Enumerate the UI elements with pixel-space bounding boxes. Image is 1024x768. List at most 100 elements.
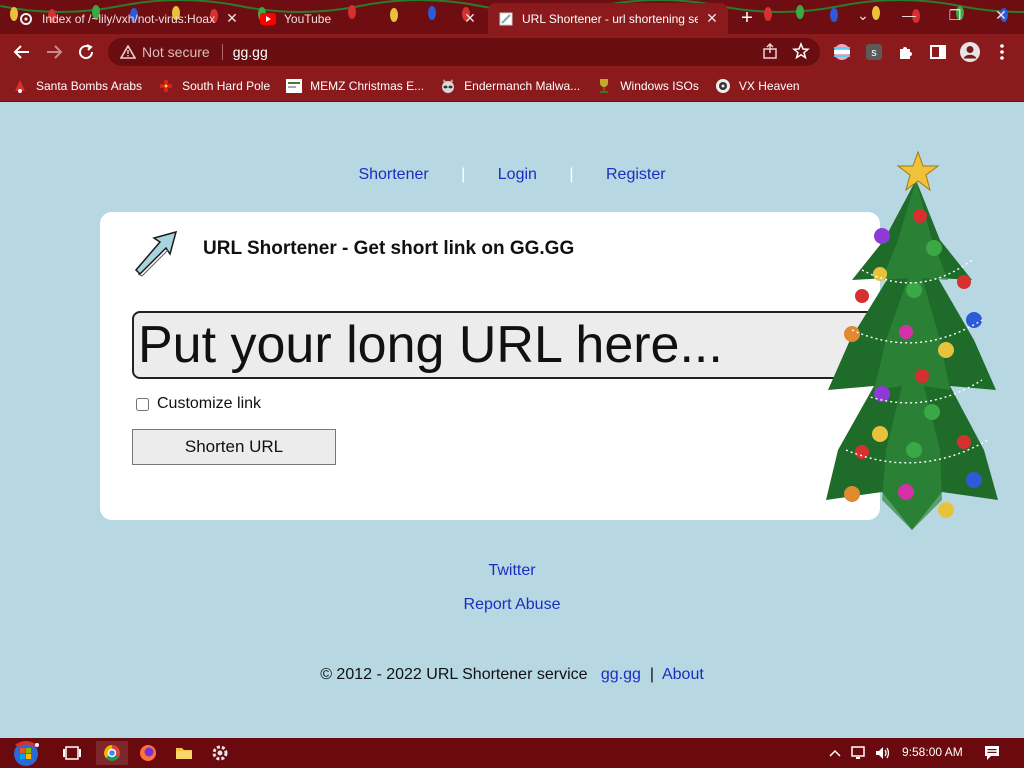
- shorten-url-button[interactable]: Shorten URL: [132, 429, 336, 465]
- customize-link-option[interactable]: Customize link: [136, 395, 261, 413]
- address-bar[interactable]: Not secure gg.gg: [108, 38, 820, 66]
- tab-title: Index of /~lily/vxh/not-virus:Hoax: [42, 11, 216, 26]
- nav-shortener-link[interactable]: Shortener: [358, 166, 428, 183]
- firefox-taskbar-button[interactable]: [132, 741, 164, 765]
- svg-text:s: s: [871, 47, 877, 59]
- long-url-input[interactable]: [132, 311, 892, 379]
- tab-title: YouTube: [284, 11, 332, 26]
- bookmarks-bar: Santa Bombs Arabs South Hard Pole MEMZ C…: [0, 70, 1024, 102]
- folder-icon: [176, 748, 192, 759]
- tab-url-shortener[interactable]: URL Shortener - url shortening se ✕: [488, 3, 728, 34]
- shortener-card: URL Shortener - Get short link on GG.GG …: [100, 212, 892, 520]
- network-tray-button[interactable]: [848, 741, 870, 765]
- share-icon[interactable]: [762, 42, 778, 62]
- network-icon: [851, 746, 865, 759]
- bookmark-label: Santa Bombs Arabs: [36, 78, 143, 93]
- youtube-icon: [260, 11, 276, 27]
- chrome-icon: [104, 745, 120, 761]
- copyright-text: © 2012 - 2022 URL Shortener service: [320, 666, 588, 683]
- arrow-logo-icon: [134, 230, 178, 277]
- new-tab-button[interactable]: +: [736, 7, 758, 29]
- tab-index-of[interactable]: Index of /~lily/vxh/not-virus:Hoax ✕: [8, 3, 248, 34]
- url-text[interactable]: gg.gg: [233, 44, 268, 60]
- footer-separator: |: [649, 666, 654, 683]
- notifications-button[interactable]: [980, 741, 1004, 765]
- warning-triangle-icon[interactable]: [120, 45, 138, 59]
- profile-button[interactable]: [958, 40, 982, 64]
- notification-icon: [985, 746, 999, 760]
- bookmark-label: VX Heaven: [738, 78, 800, 93]
- page-favicon-icon: [498, 11, 514, 27]
- flower-icon: [158, 78, 174, 94]
- reload-icon: [79, 44, 94, 60]
- bookmark-label: South Hard Pole: [182, 78, 271, 93]
- volume-tray-button[interactable]: [872, 741, 894, 765]
- footer: © 2012 - 2022 URL Shortener service gg.g…: [0, 666, 1024, 684]
- show-hidden-icons-button[interactable]: [826, 741, 844, 765]
- chevron-up-icon: [829, 749, 841, 757]
- tab-title: URL Shortener - url shortening se: [522, 11, 698, 26]
- customize-link-checkbox[interactable]: [136, 397, 149, 411]
- bookmark-item[interactable]: Windows ISOs: [596, 78, 699, 94]
- reload-button[interactable]: [74, 40, 98, 64]
- restore-button[interactable]: ❐: [932, 0, 978, 30]
- firefox-icon: [140, 745, 156, 761]
- file-explorer-taskbar-button[interactable]: [168, 741, 200, 765]
- page-content: Shortener | Login | Register URL Shorten…: [0, 102, 1024, 738]
- trophy-icon: [596, 78, 612, 94]
- about-link[interactable]: About: [662, 666, 704, 683]
- twitter-link[interactable]: Twitter: [488, 562, 535, 579]
- profile-avatar-icon: [960, 42, 980, 62]
- side-panel-icon: [930, 45, 946, 59]
- customize-link-label: Customize link: [157, 395, 262, 412]
- menu-button[interactable]: [990, 40, 1014, 64]
- bookmark-item[interactable]: MEMZ Christmas E...: [286, 78, 424, 94]
- task-view-button[interactable]: [56, 741, 88, 765]
- bookmark-item[interactable]: South Hard Pole: [158, 78, 270, 94]
- extensions-button[interactable]: [894, 40, 918, 64]
- kebab-menu-icon: [1000, 44, 1004, 60]
- vx-icon: [715, 78, 731, 94]
- report-abuse-link[interactable]: Report Abuse: [464, 596, 561, 613]
- extension-s-button[interactable]: s: [862, 40, 886, 64]
- side-panel-button[interactable]: [926, 40, 950, 64]
- close-tab-icon[interactable]: ✕: [224, 10, 240, 26]
- site-link[interactable]: gg.gg: [601, 666, 641, 683]
- bookmark-star-icon[interactable]: [792, 41, 810, 63]
- taskbar-clock[interactable]: 9:58:00 AM: [902, 745, 963, 759]
- bookmark-item[interactable]: Santa Bombs Arabs: [12, 78, 142, 94]
- nav-login-link[interactable]: Login: [498, 166, 537, 183]
- forward-arrow-icon: [47, 45, 63, 59]
- bookmark-item[interactable]: Endermanch Malwa...: [440, 78, 580, 94]
- nav-separator: |: [569, 166, 574, 183]
- tab-youtube[interactable]: YouTube ✕: [250, 3, 486, 34]
- flag-extension-icon: [834, 44, 850, 60]
- browser-toolbar: Not secure gg.gg s: [0, 34, 1024, 70]
- report-abuse-row: Report Abuse: [0, 596, 1024, 614]
- forward-button[interactable]: [42, 40, 66, 64]
- nav-register-link[interactable]: Register: [606, 166, 666, 183]
- gear-favicon-icon: [18, 11, 34, 27]
- divider: [221, 44, 223, 60]
- nav-separator: |: [461, 166, 466, 183]
- bookmark-label: Windows ISOs: [620, 78, 699, 93]
- puzzle-icon: [900, 47, 912, 59]
- task-view-icon: [63, 746, 81, 760]
- minimize-button[interactable]: —: [886, 0, 932, 30]
- security-status[interactable]: Not secure: [142, 44, 210, 60]
- back-button[interactable]: [10, 40, 34, 64]
- close-window-button[interactable]: ✕: [978, 0, 1024, 30]
- santa-icon: [12, 78, 28, 94]
- tab-strip: Index of /~lily/vxh/not-virus:Hoax ✕ You…: [0, 0, 1024, 34]
- twitter-link-row: Twitter: [0, 562, 1024, 580]
- close-tab-icon[interactable]: ✕: [462, 10, 478, 26]
- close-tab-icon[interactable]: ✕: [704, 10, 720, 26]
- start-button[interactable]: [6, 741, 46, 766]
- settings-taskbar-button[interactable]: [204, 741, 236, 765]
- extension-flag-button[interactable]: [830, 40, 854, 64]
- chrome-taskbar-button[interactable]: [96, 741, 128, 765]
- raccoon-icon: [440, 78, 456, 94]
- speaker-icon: [876, 747, 890, 759]
- tab-search-button[interactable]: ⌄: [840, 0, 886, 30]
- bookmark-item[interactable]: VX Heaven: [715, 78, 800, 94]
